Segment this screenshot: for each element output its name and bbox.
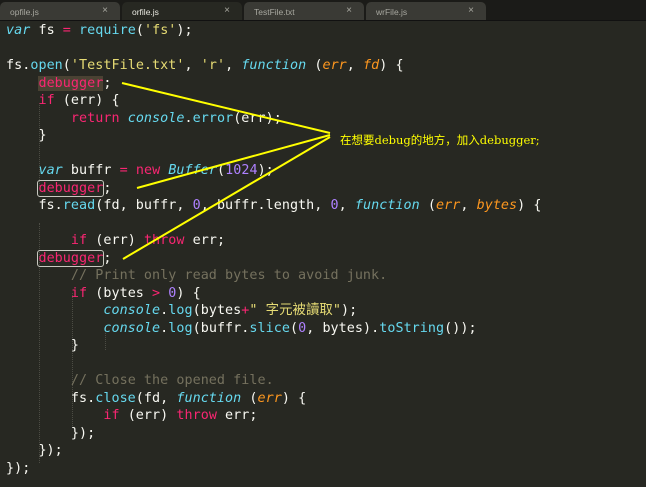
- annotation-arrows: [121, 82, 331, 260]
- annotation-arrow-line: [136, 134, 331, 189]
- annotation-arrow-line: [122, 136, 331, 260]
- annotation-text: 在想要debug的地方，加入debugger;: [340, 133, 540, 147]
- annotation-arrow-line: [121, 82, 331, 134]
